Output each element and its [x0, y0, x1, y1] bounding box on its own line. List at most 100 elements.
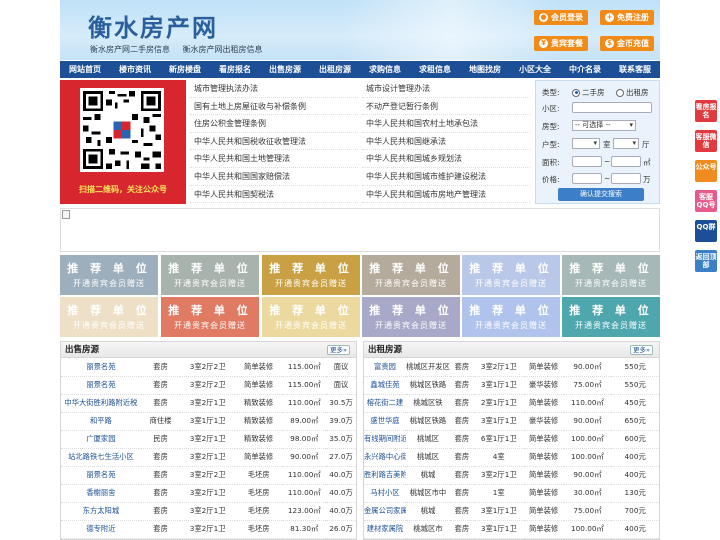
listing-name-link[interactable]: 广厦家园: [61, 430, 141, 449]
price-max-input[interactable]: [611, 173, 641, 184]
nav-sale[interactable]: 出售房源: [260, 61, 310, 78]
float-button[interactable]: 看房报名: [695, 100, 717, 122]
table-row[interactable]: 和平路 商住楼 3室1厅1卫 精致装修 89.00㎡ 39.0万: [61, 412, 356, 431]
table-row[interactable]: 永兴路中心街 桃城区 套房 4室 简单装修 100.00㎡ 400元: [364, 448, 659, 467]
listing-name-link[interactable]: 丽景名苑: [61, 466, 141, 485]
room-count-select[interactable]: [572, 138, 600, 149]
float-button[interactable]: 客服微信: [695, 130, 717, 152]
link-item[interactable]: 中华人民共和国城乡规划法: [362, 150, 530, 168]
sub-link-sale[interactable]: 衡水房产网二手房信息: [90, 45, 170, 54]
listing-name-link[interactable]: 香榭丽舍: [61, 484, 141, 503]
listing-name-link[interactable]: 永兴路中心街: [364, 448, 406, 467]
listing-name-link[interactable]: 金属公司家属楼: [364, 502, 406, 521]
link-item[interactable]: 中华人民共和国契税法: [190, 186, 358, 204]
search-submit-button[interactable]: 确认提交搜索: [558, 188, 644, 201]
price-min-input[interactable]: [572, 173, 602, 184]
listing-name-link[interactable]: 富贵园: [364, 358, 406, 377]
room-type-select[interactable]: -- 可选择 --: [572, 120, 636, 131]
promo-tile[interactable]: 推 荐 单 位开通贵宾会员赠送: [161, 297, 259, 337]
promo-tile[interactable]: 推 荐 单 位开通贵宾会员赠送: [262, 255, 360, 295]
link-item[interactable]: 城市设计管理办法: [362, 80, 530, 98]
table-row[interactable]: 站北路铁七生活小区 套房 3室2厅1卫 简单装修 90.00㎡ 27.0万: [61, 448, 356, 467]
link-item[interactable]: 中华人民共和国土地管理法: [190, 150, 358, 168]
link-item[interactable]: 中华人民共和国农村土地承包法: [362, 115, 530, 133]
link-item[interactable]: 中华人民共和国城市维护建设税法: [362, 168, 530, 186]
table-row[interactable]: 丽景名苑 套房 3室2厅2卫 简单装修 115.00㎡ 面议: [61, 376, 356, 395]
listing-name-link[interactable]: 有线期间附近: [364, 430, 406, 449]
nav-home[interactable]: 网站首页: [60, 61, 110, 78]
table-row[interactable]: 丽景名苑 套房 3室2厅2卫 毛坯房 110.00㎡ 40.0万: [61, 466, 356, 485]
promo-tile[interactable]: 推 荐 单 位开通贵宾会员赠送: [262, 297, 360, 337]
register-button[interactable]: + 免费注册: [600, 10, 654, 25]
sale-more-button[interactable]: 更多»: [327, 345, 350, 355]
vip-package-button[interactable]: ¥ 贵宾套餐: [534, 36, 588, 51]
link-item[interactable]: 中华人民共和国继承法: [362, 133, 530, 151]
type-radio-secondhand[interactable]: 二手房: [572, 87, 605, 98]
table-row[interactable]: 有线期间附近 桃城区 套房 6室1厅1卫 简单装修 100.00㎡ 600元: [364, 430, 659, 449]
promo-tile[interactable]: 推 荐 单 位开通贵宾会员赠送: [562, 255, 660, 295]
nav-want-buy[interactable]: 求购信息: [360, 61, 410, 78]
link-item[interactable]: 国有土地上房屋征收与补偿条例: [190, 98, 358, 116]
promo-tile[interactable]: 推 荐 单 位开通贵宾会员赠送: [60, 255, 158, 295]
community-input[interactable]: [572, 102, 652, 113]
nav-viewing-signup[interactable]: 看房报名: [210, 61, 260, 78]
listing-name-link[interactable]: 榕花街二建: [364, 394, 406, 413]
listing-name-link[interactable]: 德专附近: [61, 520, 141, 539]
ad-banner[interactable]: [60, 208, 660, 252]
nav-communities[interactable]: 小区大全: [510, 61, 560, 78]
promo-tile[interactable]: 推 荐 单 位开通贵宾会员赠送: [161, 255, 259, 295]
nav-rent[interactable]: 出租房源: [310, 61, 360, 78]
listing-name-link[interactable]: 鑫城佳苑: [364, 376, 406, 395]
listing-name-link[interactable]: 胜利路吉美附近: [364, 466, 406, 485]
table-row[interactable]: 富贵园 桃城区开发区 套房 3室2厅1卫 简单装修 90.00㎡ 550元: [364, 358, 659, 377]
rent-more-button[interactable]: 更多»: [630, 345, 653, 355]
promo-tile[interactable]: 推 荐 单 位开通贵宾会员赠送: [362, 297, 460, 337]
nav-contact[interactable]: 联系客服: [610, 61, 660, 78]
recharge-button[interactable]: $ 金币充值: [600, 36, 654, 51]
link-item[interactable]: 城市管理执法办法: [190, 80, 358, 98]
table-row[interactable]: 丽景名苑 套房 3室2厅2卫 简单装修 115.00㎡ 面议: [61, 358, 356, 377]
table-row[interactable]: 东方太阳城 套房 3室2厅1卫 毛坯房 123.00㎡ 40.0万: [61, 502, 356, 521]
sub-link-rent[interactable]: 衡水房产网出租房信息: [183, 45, 263, 54]
type-radio-rent[interactable]: 出租房: [616, 87, 649, 98]
link-item[interactable]: 住房公积金管理条例: [190, 115, 358, 133]
link-item[interactable]: 不动产登记暂行条例: [362, 98, 530, 116]
hall-count-select[interactable]: [613, 138, 639, 149]
link-item[interactable]: 中华人民共和国国家赔偿法: [190, 168, 358, 186]
nav-agents[interactable]: 中介名录: [560, 61, 610, 78]
listing-name-link[interactable]: 站北路铁七生活小区: [61, 448, 141, 467]
listing-name-link[interactable]: 中华大街胜利路附近税: [61, 394, 141, 413]
table-row[interactable]: 榕花街二建 桃城区铁 套房 2室1厅1卫 简单装修 110.00㎡ 450元: [364, 394, 659, 413]
nav-map[interactable]: 地图找房: [460, 61, 510, 78]
promo-tile[interactable]: 推 荐 单 位开通贵宾会员赠送: [60, 297, 158, 337]
table-row[interactable]: 盛世华庭 桃城区铁路 套房 3室1厅1卫 豪华装修 90.00㎡ 650元: [364, 412, 659, 431]
table-row[interactable]: 德专附近 套房 3室2厅1卫 毛坯房 81.30㎡ 26.0万: [61, 520, 356, 539]
link-item[interactable]: 中华人民共和国税收征收管理法: [190, 133, 358, 151]
link-item[interactable]: 中华人民共和国城市房地产管理法: [362, 186, 530, 204]
promo-tile[interactable]: 推 荐 单 位开通贵宾会员赠送: [362, 255, 460, 295]
table-row[interactable]: 胜利路吉美附近桃城套房3室2厅1卫简单装修90.00㎡400元: [364, 466, 659, 485]
listing-name-link[interactable]: 建材家属院: [364, 520, 406, 539]
table-row[interactable]: 建材家属院 桃城区市 套房 3室1厅1卫 简单装修 100.00㎡ 400元: [364, 520, 659, 539]
nav-want-rent[interactable]: 求租信息: [410, 61, 460, 78]
table-row[interactable]: 广厦家园 民房 3室2厅1卫 精致装修 98.00㎡ 35.0万: [61, 430, 356, 449]
promo-tile[interactable]: 推 荐 单 位开通贵宾会员赠送: [462, 297, 560, 337]
promo-tile[interactable]: 推 荐 单 位开通贵宾会员赠送: [562, 297, 660, 337]
promo-tile[interactable]: 推 荐 单 位开通贵宾会员赠送: [462, 255, 560, 295]
float-button[interactable]: 公众号: [695, 160, 717, 182]
table-row[interactable]: 金属公司家属楼桃城套房3室1厅1卫简单装修75.00㎡700元: [364, 502, 659, 521]
float-button[interactable]: QQ群: [695, 220, 717, 242]
nav-news[interactable]: 楼市资讯: [110, 61, 160, 78]
listing-name-link[interactable]: 和平路: [61, 412, 141, 431]
listing-name-link[interactable]: 东方太阳城: [61, 502, 141, 521]
area-min-input[interactable]: [572, 156, 602, 167]
float-button[interactable]: 返回顶部: [695, 250, 717, 272]
listing-name-link[interactable]: 马村小区: [364, 484, 406, 503]
listing-name-link[interactable]: 丽景名苑: [61, 358, 141, 377]
float-button[interactable]: 客服QQ号: [695, 190, 717, 212]
table-row[interactable]: 香榭丽舍 套房 3室2厅1卫 毛坯房 110.00㎡ 40.0万: [61, 484, 356, 503]
listing-name-link[interactable]: 丽景名苑: [61, 376, 141, 395]
listing-name-link[interactable]: 盛世华庭: [364, 412, 406, 431]
nav-new-homes[interactable]: 新房楼盘: [160, 61, 210, 78]
table-row[interactable]: 中华大街胜利路附近税 套房 3室2厅1卫 精致装修 110.00㎡ 30.5万: [61, 394, 356, 413]
